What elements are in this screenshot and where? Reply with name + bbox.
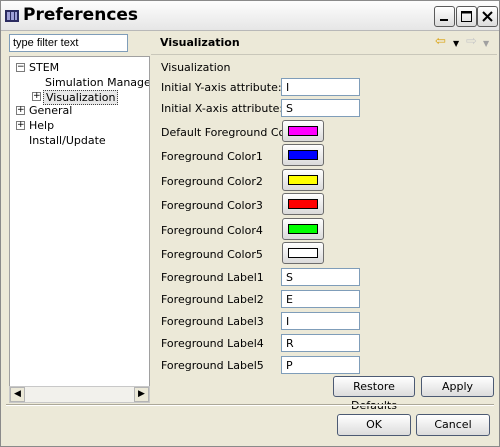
left-pane: − STEM Simulation Management + Visualiza… bbox=[6, 31, 150, 404]
filter-input[interactable] bbox=[9, 34, 128, 52]
tree-item-general[interactable]: General bbox=[29, 104, 72, 117]
expand-help-icon[interactable]: + bbox=[16, 121, 25, 130]
tree-item-install-update[interactable]: Install/Update bbox=[29, 134, 106, 147]
tree-item-help[interactable]: Help bbox=[29, 119, 54, 132]
foreground-color5-label: Foreground Color5 bbox=[161, 248, 263, 261]
foreground-color1-button[interactable] bbox=[282, 144, 324, 166]
foreground-label2-field[interactable]: E bbox=[281, 290, 360, 308]
scroll-left-icon[interactable]: ◀ bbox=[10, 387, 25, 402]
section-label: Visualization bbox=[161, 61, 231, 74]
close-icon bbox=[482, 11, 493, 22]
restore-defaults-button[interactable]: Restore Defaults bbox=[333, 376, 415, 412]
maximize-icon bbox=[461, 11, 472, 22]
back-arrow-icon[interactable]: ⇦ bbox=[435, 35, 446, 48]
page-title: Visualization bbox=[160, 36, 240, 49]
dialog-button-bar: OK Cancel bbox=[1, 404, 499, 446]
foreground-color3-button[interactable] bbox=[282, 193, 324, 215]
foreground-label2-label: Foreground Label2 bbox=[161, 293, 264, 306]
foreground-color3-label: Foreground Color3 bbox=[161, 199, 263, 212]
foreground-color3-swatch bbox=[288, 199, 318, 209]
foreground-color5-swatch bbox=[288, 248, 318, 258]
tree-item-simulation-management[interactable]: Simulation Management bbox=[45, 76, 149, 89]
initial-x-field[interactable]: S bbox=[281, 99, 360, 117]
foreground-color2-swatch bbox=[288, 175, 318, 185]
app-icon bbox=[5, 10, 19, 22]
preferences-tree: − STEM Simulation Management + Visualiza… bbox=[9, 56, 150, 393]
back-dropdown-icon[interactable]: ▼ bbox=[453, 38, 459, 50]
foreground-label4-label: Foreground Label4 bbox=[161, 337, 264, 350]
initial-y-field[interactable]: I bbox=[281, 78, 360, 96]
preference-page: Visualization ⇦ ▼ ⇨ ▼ Visualization Init… bbox=[151, 31, 497, 412]
page-header: Visualization ⇦ ▼ ⇨ ▼ bbox=[151, 31, 497, 55]
close-button[interactable] bbox=[477, 6, 498, 27]
foreground-label5-field[interactable]: P bbox=[281, 356, 360, 374]
foreground-color4-label: Foreground Color4 bbox=[161, 224, 263, 237]
tree-horizontal-scrollbar[interactable]: ◀ ▶ bbox=[9, 386, 150, 403]
foreground-color5-button[interactable] bbox=[282, 242, 324, 264]
expand-visualization-icon[interactable]: + bbox=[32, 92, 41, 101]
foreground-label4-field[interactable]: R bbox=[281, 334, 360, 352]
foreground-color2-button[interactable] bbox=[282, 169, 324, 191]
foreground-label3-label: Foreground Label3 bbox=[161, 315, 264, 328]
forward-arrow-icon[interactable]: ⇨ bbox=[466, 35, 477, 48]
foreground-label1-field[interactable]: S bbox=[281, 268, 360, 286]
title-bar: Preferences bbox=[1, 1, 499, 31]
window-title: Preferences bbox=[23, 5, 139, 25]
foreground-label1-label: Foreground Label1 bbox=[161, 271, 264, 284]
foreground-color1-label: Foreground Color1 bbox=[161, 150, 263, 163]
foreground-color4-button[interactable] bbox=[282, 218, 324, 240]
foreground-label3-field[interactable]: I bbox=[281, 312, 360, 330]
expand-general-icon[interactable]: + bbox=[16, 106, 25, 115]
tree-item-stem[interactable]: STEM bbox=[29, 61, 59, 74]
default-foreground-swatch bbox=[288, 126, 318, 136]
minimize-button[interactable] bbox=[434, 6, 455, 27]
scroll-right-icon[interactable]: ▶ bbox=[134, 387, 149, 402]
initial-x-label: Initial X-axis attribute: bbox=[161, 102, 284, 115]
foreground-color4-swatch bbox=[288, 224, 318, 234]
foreground-color1-swatch bbox=[288, 150, 318, 160]
collapse-stem-icon[interactable]: − bbox=[16, 63, 25, 72]
forward-dropdown-icon[interactable]: ▼ bbox=[483, 38, 489, 50]
initial-y-label: Initial Y-axis attribute: bbox=[161, 81, 282, 94]
minimize-icon bbox=[440, 19, 448, 21]
maximize-button[interactable] bbox=[456, 6, 477, 27]
separator bbox=[6, 404, 494, 406]
preferences-window: Preferences − STEM Simulation Management… bbox=[0, 0, 500, 447]
foreground-label5-label: Foreground Label5 bbox=[161, 359, 264, 372]
ok-button[interactable]: OK bbox=[337, 414, 411, 436]
foreground-color2-label: Foreground Color2 bbox=[161, 175, 263, 188]
default-foreground-color-button[interactable] bbox=[282, 120, 324, 142]
apply-button[interactable]: Apply bbox=[421, 376, 494, 397]
cancel-button[interactable]: Cancel bbox=[416, 414, 490, 436]
tree-item-visualization[interactable]: Visualization bbox=[43, 90, 119, 105]
default-foreground-color-label: Default Foreground Color bbox=[161, 126, 300, 139]
